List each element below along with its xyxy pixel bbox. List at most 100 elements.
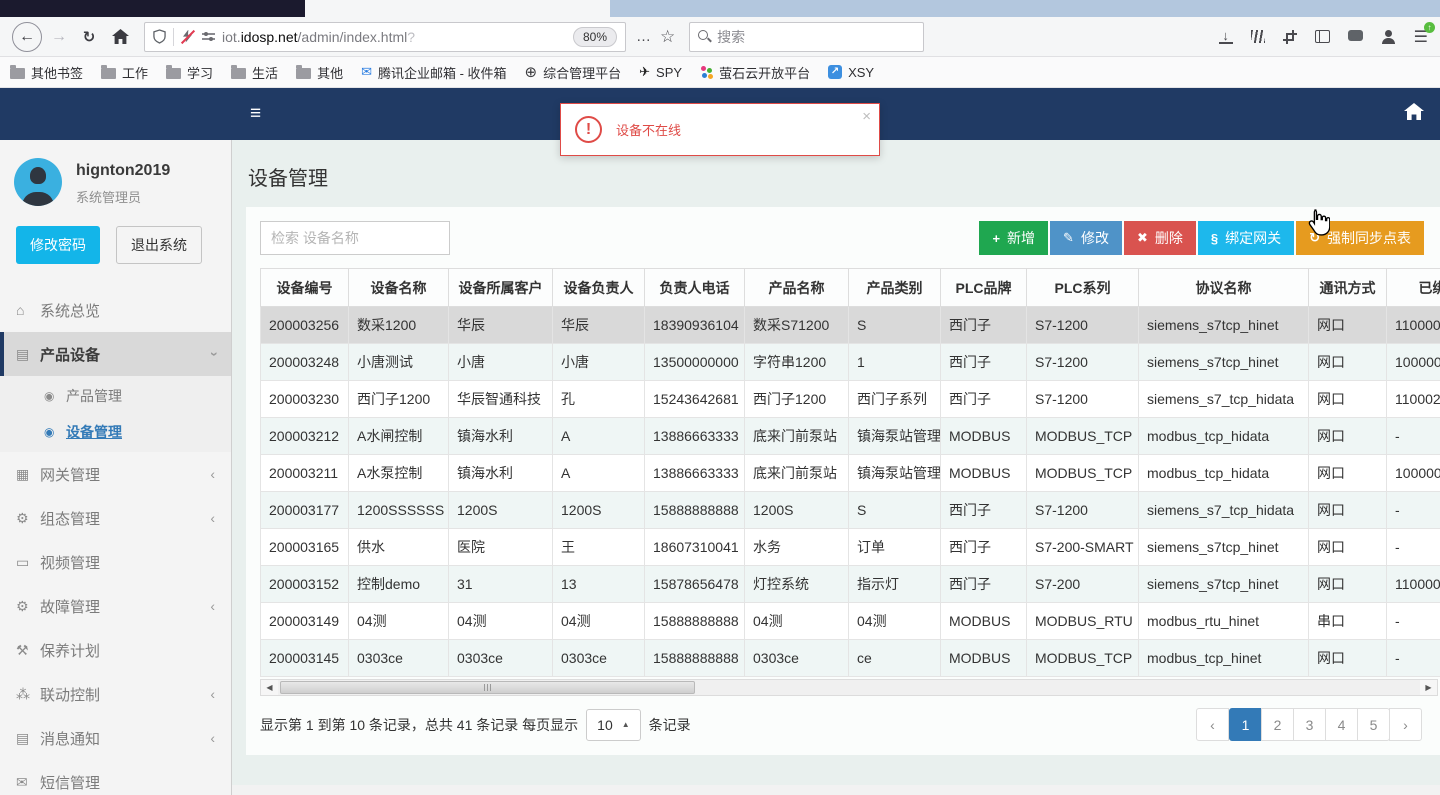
sidebar-item-video-mgmt[interactable]: ▭ 视频管理 — [0, 540, 231, 584]
sidebar-item-gateway-mgmt[interactable]: ▦ 网关管理 ‹ — [0, 452, 231, 496]
page-button-5[interactable]: 5 — [1357, 708, 1390, 741]
page-button-3[interactable]: 3 — [1293, 708, 1326, 741]
bookmark-folder-work[interactable]: 工作 — [101, 63, 148, 82]
horizontal-scrollbar[interactable]: ◀ ▶ — [260, 679, 1438, 696]
page-button-1[interactable]: 1 — [1229, 708, 1262, 741]
change-password-button[interactable]: 修改密码 — [16, 226, 100, 264]
browser-search-bar[interactable] — [689, 21, 925, 52]
column-header-9[interactable]: 协议名称 — [1138, 268, 1309, 307]
app-home-button[interactable] — [1404, 103, 1424, 125]
table-cell: MODBUS_TCP — [1026, 417, 1139, 455]
table-cell: 数采S71200 — [744, 306, 849, 344]
menu-icon[interactable]: ☰ ↑ — [1414, 21, 1435, 47]
table-row[interactable]: 200003152 控制demo 31 13 15878656478 灯控系统 指示灯 西门子… — [260, 565, 1440, 603]
sidebar-item-maintenance-plan[interactable]: ⚒ 保养计划 — [0, 628, 231, 672]
table-row[interactable]: 200003149 04测 04测 04测 15888888888 04测 04测 MODBU… — [260, 602, 1440, 640]
table-row[interactable]: 200003248 小唐测试 小唐 小唐 13500000000 字符串1200 1 西门子 S… — [260, 343, 1440, 381]
force-sync-button[interactable]: ↻ 强制同步点表 — [1296, 221, 1424, 255]
bookmark-folder-study[interactable]: 学习 — [166, 63, 213, 82]
browser-home-button[interactable] — [106, 29, 134, 44]
logout-button[interactable]: 退出系统 — [116, 226, 202, 264]
column-header-8[interactable]: PLC系列 — [1026, 268, 1139, 307]
table-row[interactable]: 200003165 供水 医院王 18607310041 水务 订单 西门子 S7-200-S… — [260, 528, 1440, 566]
sidebar-item-fault-mgmt[interactable]: ⚙ 故障管理 ‹ — [0, 584, 231, 628]
active-tab[interactable] — [305, 0, 610, 17]
chevron-left-icon: ‹ — [210, 686, 215, 702]
page-actions-icon[interactable]: … — [636, 28, 652, 45]
page-size-dropdown[interactable]: 10 ▲ — [586, 708, 641, 741]
url-bar[interactable]: iot.idosp.net/admin/index.html? 80% — [144, 21, 626, 52]
account-icon[interactable] — [1381, 29, 1396, 44]
column-header-2[interactable]: 设备所属客户 — [448, 268, 553, 307]
screenshot-icon[interactable] — [1282, 29, 1297, 44]
sidebar-toggle-icon[interactable] — [1314, 30, 1330, 43]
table-row[interactable]: 200003256 数采1200 华辰 华辰 18390936104 数采S71200 S 西… — [260, 306, 1440, 344]
page-button-2[interactable]: 2 — [1261, 708, 1294, 741]
delete-button[interactable]: ✖ 删除 — [1123, 221, 1196, 255]
column-header-1[interactable]: 设备名称 — [348, 268, 449, 307]
bookmark-xsy[interactable]: ↗ XSY — [828, 65, 874, 80]
column-header-10[interactable]: 通讯方式 — [1308, 268, 1387, 307]
column-header-0[interactable]: 设备编号 — [260, 268, 349, 307]
plugin-blocked-icon[interactable] — [181, 29, 195, 45]
table-cell: 网口 — [1308, 565, 1387, 603]
scroll-right-arrow[interactable]: ▶ — [1420, 680, 1437, 695]
zoom-level-badge[interactable]: 80% — [572, 26, 617, 47]
device-search-input[interactable] — [260, 221, 450, 255]
sidebar-item-product-device[interactable]: ▤ 产品设备 ‹ — [0, 332, 231, 376]
permissions-icon[interactable] — [202, 31, 215, 42]
monitor-icon: ▭ — [16, 553, 30, 570]
sidebar-item-product-mgmt[interactable]: ◉ 产品管理 — [0, 378, 231, 414]
scroll-left-arrow[interactable]: ◀ — [261, 680, 278, 695]
table-cell: 华辰 — [448, 306, 553, 344]
messages-icon[interactable] — [1347, 30, 1363, 41]
table-cell: 孔 — [552, 380, 645, 418]
bookmark-folder-other[interactable]: 其他书签 — [10, 63, 83, 82]
column-header-7[interactable]: PLC品牌 — [940, 268, 1027, 307]
table-row[interactable]: 200003211 A水泵控制 镇海水利 A 13886663333 底来门前泵站 镇海泵站… — [260, 454, 1440, 492]
bind-gateway-button[interactable]: § 绑定网关 — [1197, 221, 1295, 255]
back-button[interactable]: ← — [12, 21, 42, 52]
column-header-11[interactable]: 已绑定网关 — [1386, 268, 1440, 307]
table-row[interactable]: 200003177 1200SSSSSS 1200S 1200S 15888888888… — [260, 491, 1440, 529]
add-button[interactable]: + 新增 — [979, 221, 1049, 255]
bookmark-foxmail[interactable]: ✉ 腾讯企业邮箱 - 收件箱 — [361, 63, 506, 82]
bookmark-star-icon[interactable]: ☆ — [660, 27, 675, 47]
sidebar-item-message-notify[interactable]: ▤ 消息通知 ‹ — [0, 716, 231, 760]
next-page-button[interactable]: › — [1389, 708, 1422, 741]
column-header-6[interactable]: 产品类别 — [848, 268, 941, 307]
table-row[interactable]: 200003230 西门子1200 华辰智通科技孔 15243642681 西门子120… — [260, 380, 1440, 418]
column-header-4[interactable]: 负责人电话 — [644, 268, 745, 307]
sidebar-item-device-mgmt[interactable]: ◉ 设备管理 — [0, 414, 231, 450]
bookmark-folder-life[interactable]: 生活 — [231, 63, 278, 82]
table-row[interactable]: 200003212 A水闸控制 镇海水利 A 13886663333 底来门前泵站 镇海泵站… — [260, 417, 1440, 455]
browser-search-input[interactable] — [717, 28, 916, 45]
table-cell: 西门子 — [940, 565, 1027, 603]
forward-button[interactable]: → — [46, 28, 72, 46]
bookmark-folder-misc[interactable]: 其他 — [296, 63, 343, 82]
folder-icon — [10, 64, 25, 79]
reload-button[interactable]: ↻ — [76, 28, 102, 46]
bookmark-spy[interactable]: ✈ SPY — [639, 64, 682, 80]
sidebar-collapse-icon[interactable]: ≡ — [250, 103, 261, 125]
sidebar-item-linkage-control[interactable]: ⁂ 联动控制 ‹ — [0, 672, 231, 716]
table-cell: 200003145 — [260, 639, 349, 677]
column-header-5[interactable]: 产品名称 — [744, 268, 849, 307]
edit-button[interactable]: ✎ 修改 — [1050, 221, 1122, 255]
downloads-icon[interactable]: ↓ — [1218, 29, 1233, 44]
dot-circle-icon: ◉ — [44, 389, 55, 403]
table-row[interactable]: 200003145 0303ce 0303ce 0303ce 15888888888 03… — [260, 639, 1440, 677]
page-button-4[interactable]: 4 — [1325, 708, 1358, 741]
library-icon[interactable] — [1250, 30, 1265, 43]
sidebar-item-overview[interactable]: ⌂ 系统总览 — [0, 288, 231, 332]
folder-icon — [296, 64, 312, 79]
scrollbar-thumb[interactable] — [280, 681, 695, 694]
table-cell: siemens_s7tcp_hinet — [1138, 343, 1309, 381]
sidebar-item-sms-mgmt[interactable]: ✉ 短信管理 — [0, 760, 231, 795]
sidebar-item-config-mgmt[interactable]: ⚙ 组态管理 ‹ — [0, 496, 231, 540]
prev-page-button[interactable]: ‹ — [1196, 708, 1229, 741]
bookmark-admin-platform[interactable]: ⊕ 综合管理平台 — [525, 63, 622, 82]
alert-close-icon[interactable]: × — [862, 108, 871, 125]
bookmark-ezviz[interactable]: 萤石云开放平台 — [700, 63, 810, 82]
column-header-3[interactable]: 设备负责人 — [552, 268, 645, 307]
